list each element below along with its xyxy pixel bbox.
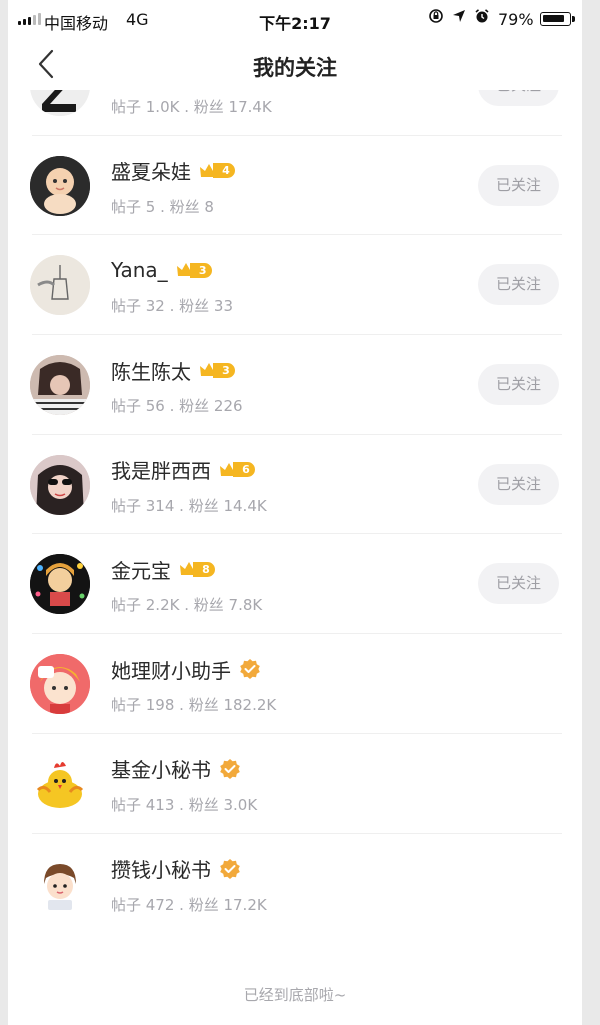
- following-button[interactable]: 已关注: [478, 264, 559, 306]
- level-number: 6: [233, 462, 255, 478]
- user-stats: 帖子 5 . 粉丝 8: [111, 197, 214, 216]
- avatar[interactable]: [30, 654, 90, 715]
- avatar[interactable]: [30, 554, 90, 615]
- level-number: 8: [193, 561, 215, 577]
- location-icon: [453, 10, 465, 22]
- status-time: 下午2:17: [259, 14, 331, 33]
- screen: byby 7 帖子 1.0K . 粉丝 17.4K 已关注 盛夏朵娃 4: [8, 0, 582, 1025]
- nav-bar: 我的关注: [8, 38, 582, 90]
- level-number: 3: [189, 262, 212, 278]
- following-button[interactable]: 已关注: [478, 364, 559, 406]
- orientation-lock-icon: [429, 9, 443, 23]
- avatar[interactable]: [30, 255, 90, 316]
- user-name[interactable]: 陈生陈太: [111, 356, 191, 385]
- user-stats: 帖子 1.0K . 粉丝 17.4K: [111, 98, 272, 116]
- user-name[interactable]: 金元宝: [111, 555, 171, 584]
- page-title: 我的关注: [253, 56, 337, 80]
- list-item[interactable]: 我是胖西西 6 帖子 314 . 粉丝 14.4K 已关注: [8, 435, 582, 535]
- status-bar: 中国移动 4G 下午2:17 79%: [8, 0, 582, 38]
- user-name[interactable]: 基金小秘书: [111, 754, 211, 783]
- battery-percent: 79%: [498, 10, 534, 29]
- user-stats: 帖子 198 . 粉丝 182.2K: [111, 696, 277, 715]
- end-of-list-text: 已经到底部啦~: [243, 986, 347, 1004]
- level-badge: 8: [179, 560, 215, 578]
- verified-icon: [220, 858, 240, 879]
- list-item[interactable]: 攒钱小秘书 帖子 472 . 粉丝 17.2K: [8, 834, 582, 934]
- following-button[interactable]: 已关注: [478, 463, 559, 505]
- following-list: byby 7 帖子 1.0K . 粉丝 17.4K 已关注 盛夏朵娃 4: [8, 56, 582, 934]
- user-name[interactable]: 盛夏朵娃: [111, 156, 191, 185]
- user-stats: 帖子 472 . 粉丝 17.2K: [111, 895, 267, 914]
- verified-icon: [240, 659, 260, 680]
- user-name[interactable]: 她理财小助手: [111, 655, 231, 684]
- user-stats: 帖子 413 . 粉丝 3.0K: [111, 795, 258, 814]
- verified-icon: [220, 758, 240, 779]
- avatar[interactable]: [30, 753, 90, 814]
- user-name[interactable]: 攒钱小秘书: [111, 854, 211, 883]
- level-badge: 3: [199, 361, 235, 379]
- list-item[interactable]: 盛夏朵娃 4 帖子 5 . 粉丝 8 已关注: [8, 136, 582, 236]
- list-item[interactable]: 她理财小助手 帖子 198 . 粉丝 182.2K: [8, 634, 582, 734]
- list-item[interactable]: 陈生陈太 3 帖子 56 . 粉丝 226 已关注: [8, 335, 582, 435]
- user-stats: 帖子 56 . 粉丝 226: [111, 397, 243, 416]
- status-icons: [428, 8, 490, 24]
- level-badge: 4: [199, 162, 235, 180]
- level-badge: 6: [219, 461, 255, 479]
- avatar[interactable]: [30, 454, 90, 515]
- user-name[interactable]: 我是胖西西: [111, 455, 211, 484]
- user-stats: 帖子 314 . 粉丝 14.4K: [111, 496, 267, 515]
- user-stats: 帖子 2.2K . 粉丝 7.8K: [111, 596, 263, 615]
- avatar[interactable]: [30, 355, 90, 416]
- level-number: 3: [213, 362, 235, 378]
- following-button[interactable]: 已关注: [478, 164, 559, 206]
- following-button[interactable]: 已关注: [478, 563, 559, 605]
- battery-icon: [540, 12, 575, 26]
- user-name[interactable]: Yana_: [111, 258, 168, 282]
- list-item[interactable]: Yana_ 3 帖子 32 . 粉丝 33 已关注: [8, 235, 582, 336]
- avatar[interactable]: [30, 155, 90, 216]
- alarm-icon: [475, 9, 489, 23]
- user-stats: 帖子 32 . 粉丝 33: [111, 297, 234, 316]
- level-number: 4: [213, 163, 235, 179]
- avatar[interactable]: [30, 853, 90, 914]
- level-badge: 3: [176, 261, 212, 279]
- list-item[interactable]: 金元宝 8 帖子 2.2K . 粉丝 7.8K 已关注: [8, 534, 582, 635]
- list-item[interactable]: 基金小秘书 帖子 413 . 粉丝 3.0K: [8, 734, 582, 834]
